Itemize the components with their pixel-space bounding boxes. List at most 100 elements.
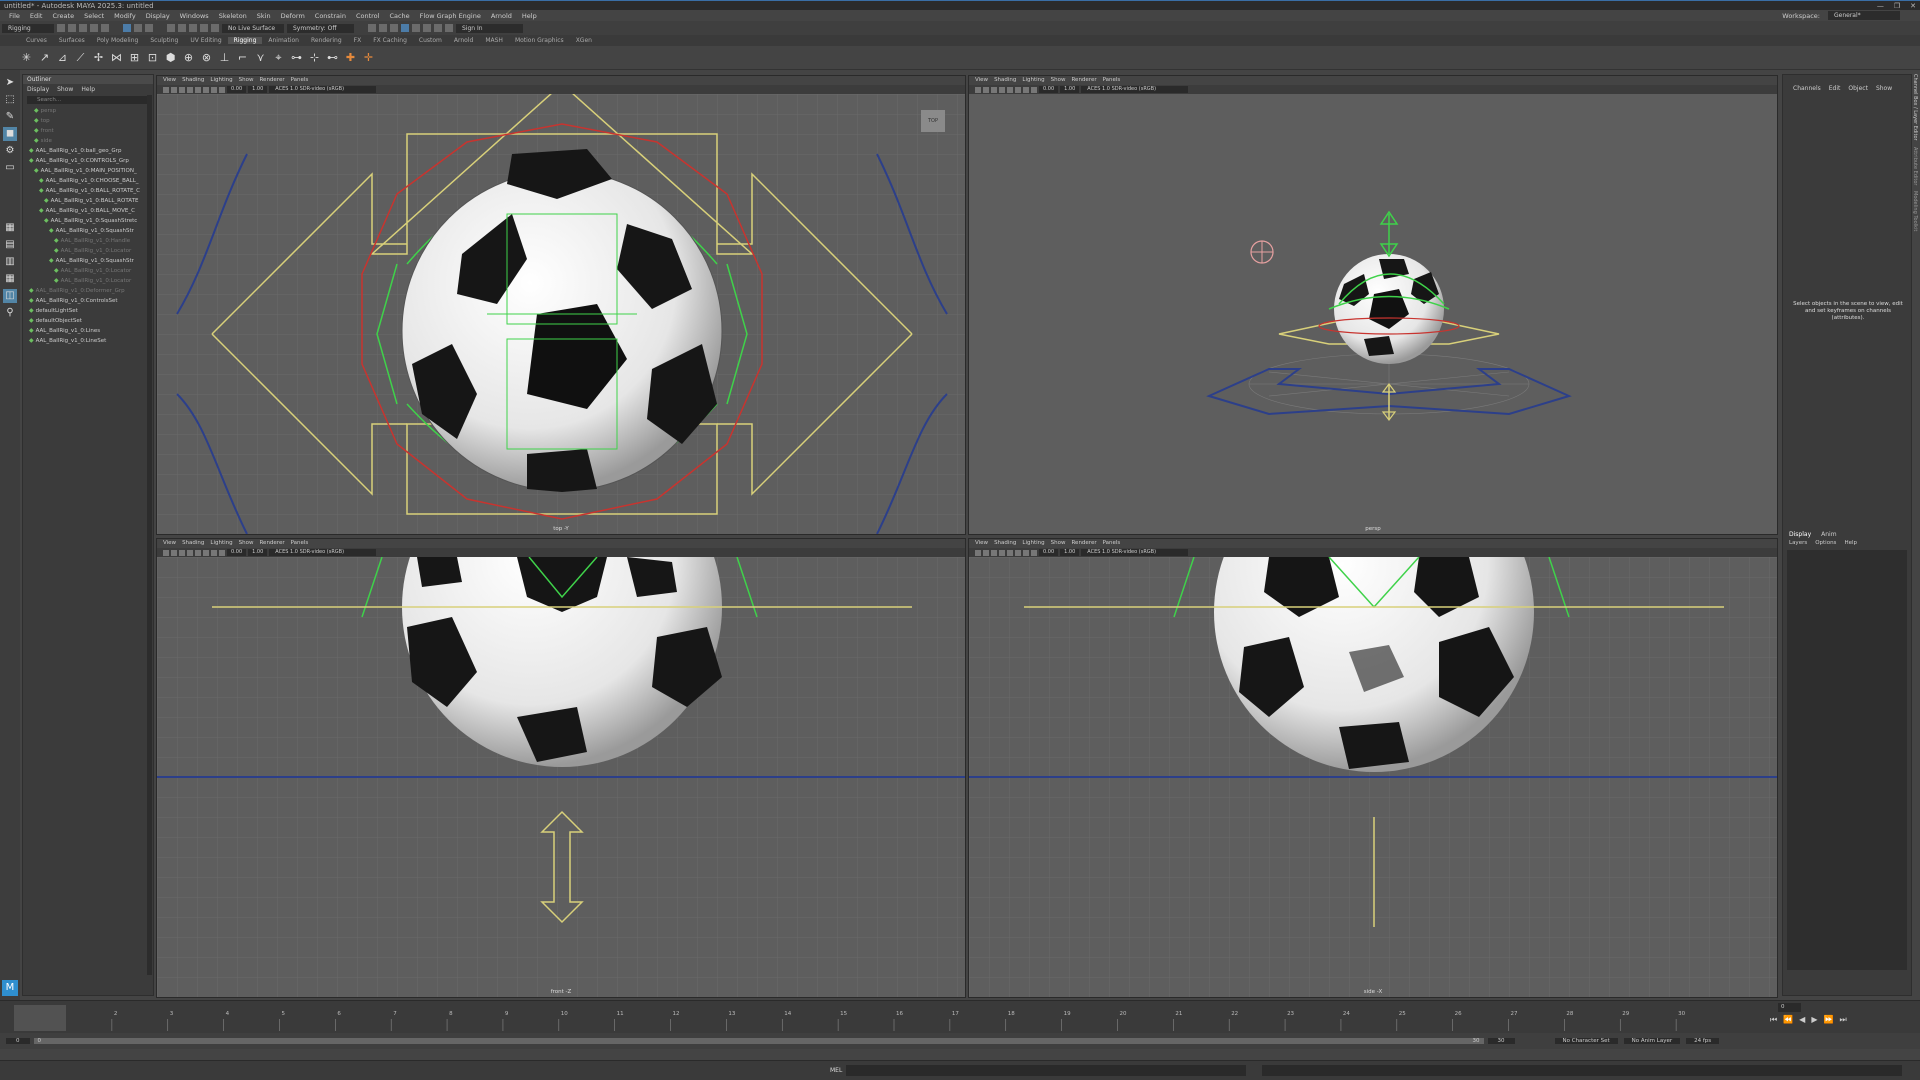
smooth-shade-icon[interactable] <box>991 86 997 93</box>
smooth-shade-icon[interactable] <box>179 86 185 93</box>
layer-menu-help[interactable]: Help <box>1844 540 1857 546</box>
single-view-icon[interactable]: ▦ <box>3 221 17 235</box>
isolate-icon[interactable] <box>219 86 225 93</box>
menu-edit[interactable]: Edit <box>25 12 48 20</box>
menu-file[interactable]: File <box>4 12 25 20</box>
lights-icon[interactable] <box>1007 549 1013 556</box>
shelf-tab-curves[interactable]: Curves <box>20 37 53 44</box>
vp-menu-show[interactable]: Show <box>239 76 254 85</box>
arnold-render-icon[interactable] <box>423 24 431 32</box>
outliner-item[interactable]: ◆ AAL_BallRig_v1_0:SquashStr <box>23 256 153 266</box>
camera-icon[interactable] <box>975 86 981 93</box>
viewport-side[interactable]: View Shading Lighting Show Renderer Pane… <box>968 538 1778 998</box>
lights-icon[interactable] <box>1007 86 1013 93</box>
vp-menu-lighting[interactable]: Lighting <box>1022 76 1044 85</box>
outliner-item[interactable]: ◆ defaultLightSet <box>23 306 153 316</box>
textured-icon[interactable] <box>187 549 193 556</box>
color-space-dropdown[interactable]: ACES 1.0 SDR-video (sRGB) <box>1081 86 1189 93</box>
shelf-tab-uv-editing[interactable]: UV Editing <box>184 37 227 44</box>
outliner-item[interactable]: ◆ top <box>23 116 153 126</box>
two-view-icon[interactable]: ▥ <box>3 255 17 269</box>
layer-tab-display[interactable]: Display <box>1789 531 1811 538</box>
shelf-tab-rendering[interactable]: Rendering <box>305 37 348 44</box>
color-space-dropdown[interactable]: ACES 1.0 SDR-video (sRGB) <box>269 86 377 93</box>
vp-menu-lighting[interactable]: Lighting <box>210 539 232 548</box>
shelf-tab-animation[interactable]: Animation <box>262 37 305 44</box>
select-hierarchy-icon[interactable] <box>123 24 131 32</box>
lights-icon[interactable] <box>195 549 201 556</box>
select-tool-icon[interactable]: ➤ <box>3 76 17 90</box>
shelf-tab-fx[interactable]: FX <box>348 37 368 44</box>
rotate-tool-icon[interactable]: ⚙ <box>3 144 17 158</box>
smooth-shade-icon[interactable] <box>179 549 185 556</box>
vp-menu-view[interactable]: View <box>163 76 176 85</box>
character-set-dropdown[interactable]: No Character Set <box>1554 1038 1618 1044</box>
range-bar[interactable]: 0 30 <box>33 1038 1484 1044</box>
sign-in-button[interactable]: Sign In <box>456 23 523 33</box>
shelf-tab-fx-caching[interactable]: FX Caching <box>367 37 413 44</box>
vp-menu-view[interactable]: View <box>975 76 988 85</box>
xray-icon[interactable] <box>211 86 217 93</box>
snap-grid-icon[interactable] <box>167 24 175 32</box>
smooth-shade-icon[interactable] <box>991 549 997 556</box>
custom-tool-b-icon[interactable]: ✛ <box>362 51 375 64</box>
select-object-icon[interactable] <box>134 24 142 32</box>
camera-icon[interactable] <box>975 549 981 556</box>
outliner-item[interactable]: ◆ AAL_BallRig_v1_0:CONTROLS_Grp <box>23 156 153 166</box>
snap-curve-icon[interactable] <box>178 24 186 32</box>
scale-tool-icon[interactable]: ▭ <box>3 161 17 175</box>
channel-menu-object[interactable]: Object <box>1848 85 1868 92</box>
persp-view-scene[interactable] <box>969 94 1778 535</box>
outliner-item[interactable]: ◆ AAL_BallRig_v1_0:SquashStretc <box>23 216 153 226</box>
select-component-icon[interactable] <box>145 24 153 32</box>
exposure-field[interactable]: 0.00 <box>227 86 247 93</box>
outliner-menu-help[interactable]: Help <box>81 86 95 93</box>
command-language-label[interactable]: MEL <box>830 1067 842 1074</box>
layer-menu-options[interactable]: Options <box>1815 540 1836 546</box>
side-view-scene[interactable] <box>969 557 1778 998</box>
redo-icon[interactable] <box>101 24 109 32</box>
orient-constraint-icon[interactable]: ⋎ <box>254 51 267 64</box>
vp-menu-lighting[interactable]: Lighting <box>210 76 232 85</box>
menu-cache[interactable]: Cache <box>384 12 414 20</box>
menu-display[interactable]: Display <box>141 12 175 20</box>
wireframe-icon[interactable] <box>983 549 989 556</box>
side-tab-modeling-toolkit[interactable]: Modeling Toolkit <box>1912 191 1918 231</box>
vp-menu-show[interactable]: Show <box>1051 76 1066 85</box>
lattice-icon[interactable]: ⬢ <box>164 51 177 64</box>
textured-icon[interactable] <box>999 549 1005 556</box>
outliner-item[interactable]: ◆ AAL_BallRig_v1_0:LineSet <box>23 336 153 346</box>
go-to-end-icon[interactable]: ⏭ <box>1839 1015 1846 1025</box>
outliner-item[interactable]: ◆ front <box>23 126 153 136</box>
outliner-item[interactable]: ◆ AAL_BallRig_v1_0:Locator <box>23 246 153 256</box>
bind-skin-icon[interactable]: ⊞ <box>128 51 141 64</box>
textured-icon[interactable] <box>999 86 1005 93</box>
isolate-icon[interactable] <box>219 549 225 556</box>
paint-select-icon[interactable]: ✎ <box>3 110 17 124</box>
menu-arnold[interactable]: Arnold <box>486 12 517 20</box>
xray-icon[interactable] <box>1023 549 1029 556</box>
exposure-field[interactable]: 0.00 <box>1039 86 1059 93</box>
lights-icon[interactable] <box>195 86 201 93</box>
layer-tab-anim[interactable]: Anim <box>1821 531 1836 538</box>
locator-icon[interactable]: ⊷ <box>326 51 339 64</box>
vp-menu-view[interactable]: View <box>163 539 176 548</box>
step-forward-icon[interactable]: ⏩ <box>1823 1015 1833 1025</box>
shelf-tab-custom[interactable]: Custom <box>413 37 448 44</box>
exposure-field[interactable]: 0.00 <box>1039 549 1059 556</box>
blend-shape-icon[interactable]: ⊗ <box>200 51 213 64</box>
current-time-indicator[interactable] <box>14 1005 66 1031</box>
top-view-scene[interactable] <box>157 94 966 535</box>
textured-icon[interactable] <box>187 86 193 93</box>
outliner-menu-show[interactable]: Show <box>57 86 73 93</box>
go-to-start-icon[interactable]: ⏮ <box>1770 1015 1777 1025</box>
menu-help[interactable]: Help <box>517 12 542 20</box>
side-tab-attribute-editor[interactable]: Attribute Editor <box>1912 147 1918 185</box>
viewport-persp[interactable]: View Shading Lighting Show Renderer Pane… <box>968 75 1778 535</box>
shelf-tab-poly-modeling[interactable]: Poly Modeling <box>91 37 145 44</box>
step-back-icon[interactable]: ⏪ <box>1783 1015 1793 1025</box>
vp-menu-view[interactable]: View <box>975 539 988 548</box>
shadows-icon[interactable] <box>203 86 209 93</box>
outliner-item[interactable]: ◆ AAL_BallRig_v1_0:Lines <box>23 326 153 336</box>
timeline-ticks[interactable]: 1234567891011121314151617181920212223242… <box>14 1005 1730 1031</box>
